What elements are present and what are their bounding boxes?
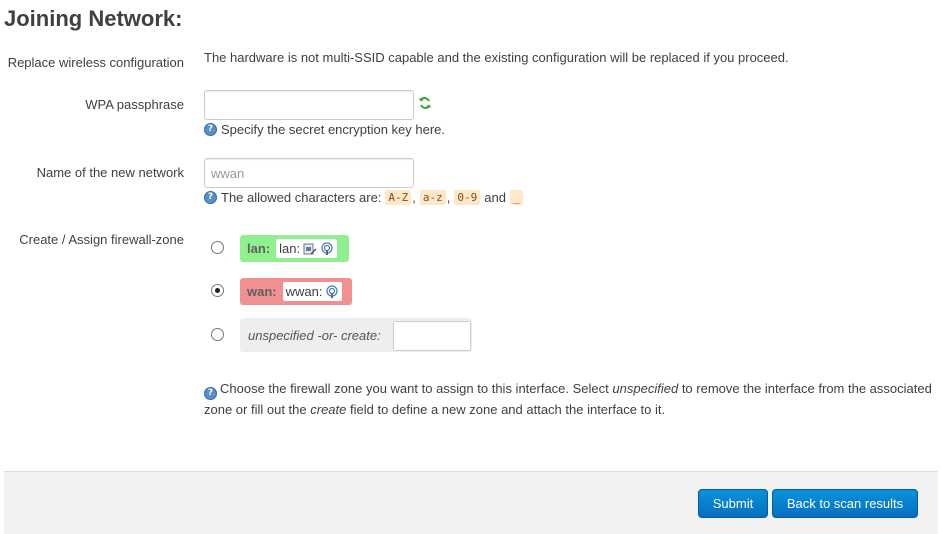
allowed-chars-underscore: _: [510, 190, 523, 205]
wifi-antenna-icon: [325, 284, 339, 299]
wifi-antenna-icon: [320, 241, 334, 256]
allowed-chars-sep: ,: [446, 190, 451, 205]
allowed-chars-prefix: The allowed characters are:: [221, 190, 382, 205]
zone-badge-lan[interactable]: lan: lan:: [240, 235, 349, 262]
passphrase-input[interactable]: [204, 90, 414, 120]
zone-network-wan: wwan:: [282, 282, 343, 301]
page-title: Joining Network:: [4, 6, 183, 31]
allowed-chars-digits: 0-9: [454, 190, 481, 205]
zone-network-lan-label: lan:: [279, 241, 301, 256]
passphrase-help: ? Specify the secret encryption key here…: [204, 122, 445, 137]
network-name-input[interactable]: [204, 158, 414, 188]
replace-config-text: The hardware is not multi-SSID capable a…: [204, 50, 789, 65]
zone-radio-create[interactable]: [211, 328, 224, 341]
zone-name-wan: wan:: [247, 284, 277, 299]
zone-badge-wan[interactable]: wan: wwan:: [240, 278, 352, 305]
zone-radio-lan[interactable]: [211, 241, 224, 254]
ethernet-port-icon: [303, 242, 317, 256]
generate-key-icon[interactable]: [418, 96, 432, 113]
allowed-chars-and: and: [484, 190, 506, 205]
allowed-chars-sep: ,: [412, 190, 416, 205]
help-icon: ?: [204, 123, 217, 136]
zone-help-part1: Choose the firewall zone you want to ass…: [220, 381, 609, 396]
firewall-zone-label: Create / Assign firewall-zone: [19, 232, 184, 247]
zone-network-wan-label: wwan:: [285, 284, 323, 299]
network-name-help: ? The allowed characters are: A-Z, a-z, …: [204, 190, 523, 205]
zone-radio-wan[interactable]: [211, 284, 224, 297]
zone-name-lan: lan:: [247, 241, 271, 256]
zone-create-label: unspecified -or- create:: [248, 328, 381, 343]
replace-config-label: Replace wireless configuration: [7, 55, 184, 70]
allowed-chars-lowercase: a-z: [419, 190, 446, 205]
allowed-chars-uppercase: A-Z: [385, 190, 412, 205]
zone-help-em-unspecified: unspecified: [612, 381, 679, 396]
network-name-label: Name of the new network: [36, 165, 184, 180]
help-icon: ?: [204, 387, 217, 400]
help-icon: ?: [204, 191, 217, 204]
passphrase-label: WPA passphrase: [85, 97, 184, 112]
passphrase-help-text: Specify the secret encryption key here.: [221, 122, 446, 137]
zone-help-em-create: create: [310, 402, 347, 417]
zone-create-input[interactable]: [393, 321, 471, 351]
firewall-zone-help: ? Choose the firewall zone you want to as…: [204, 379, 940, 420]
back-to-scan-results-button[interactable]: Back to scan results: [772, 489, 918, 518]
zone-help-part3: field to define a new zone and attach th…: [350, 402, 666, 417]
zone-network-lan: lan:: [276, 239, 338, 258]
submit-button[interactable]: Submit: [698, 489, 768, 518]
